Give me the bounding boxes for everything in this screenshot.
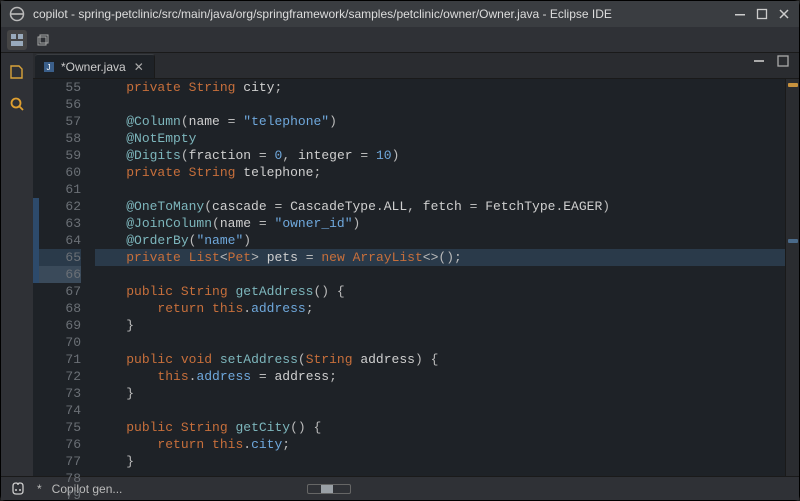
editor-tab[interactable]: J *Owner.java ✕ xyxy=(35,54,155,78)
editor-tabbar: J *Owner.java ✕ xyxy=(33,53,799,79)
eclipse-logo-icon xyxy=(9,6,25,22)
minimize-view-icon[interactable] xyxy=(753,55,771,73)
code-editor[interactable]: 5556575859606162636465666768697071727374… xyxy=(33,79,799,476)
toolbar xyxy=(1,27,799,53)
minimize-button[interactable] xyxy=(733,7,747,21)
app-window: copilot - spring-petclinic/src/main/java… xyxy=(0,0,800,501)
maximize-button[interactable] xyxy=(755,7,769,21)
close-icon[interactable]: ✕ xyxy=(132,60,146,74)
svg-text:J: J xyxy=(47,63,51,72)
titlebar[interactable]: copilot - spring-petclinic/src/main/java… xyxy=(1,1,799,27)
editor-pane: J *Owner.java ✕ 555657585960616263646566… xyxy=(33,53,799,476)
copilot-icon[interactable] xyxy=(9,480,27,498)
window-title: copilot - spring-petclinic/src/main/java… xyxy=(33,7,725,21)
java-file-icon: J xyxy=(43,61,55,73)
progress-bar[interactable] xyxy=(307,484,351,494)
explorer-icon[interactable] xyxy=(6,61,28,83)
maximize-view-icon[interactable] xyxy=(777,55,795,73)
overview-ruler[interactable] xyxy=(785,79,799,476)
tab-label: *Owner.java xyxy=(61,60,126,74)
close-button[interactable] xyxy=(777,7,791,21)
activity-bar xyxy=(1,53,33,476)
line-number-gutter: 5556575859606162636465666768697071727374… xyxy=(39,79,89,476)
workbench-body: J *Owner.java ✕ 555657585960616263646566… xyxy=(1,53,799,476)
restore-button[interactable] xyxy=(33,30,53,50)
search-icon[interactable] xyxy=(6,93,28,115)
perspective-button[interactable] xyxy=(7,30,27,50)
code-content[interactable]: private String city; @Column(name = "tel… xyxy=(89,79,785,476)
status-bar: * Copilot gen... xyxy=(1,476,799,500)
